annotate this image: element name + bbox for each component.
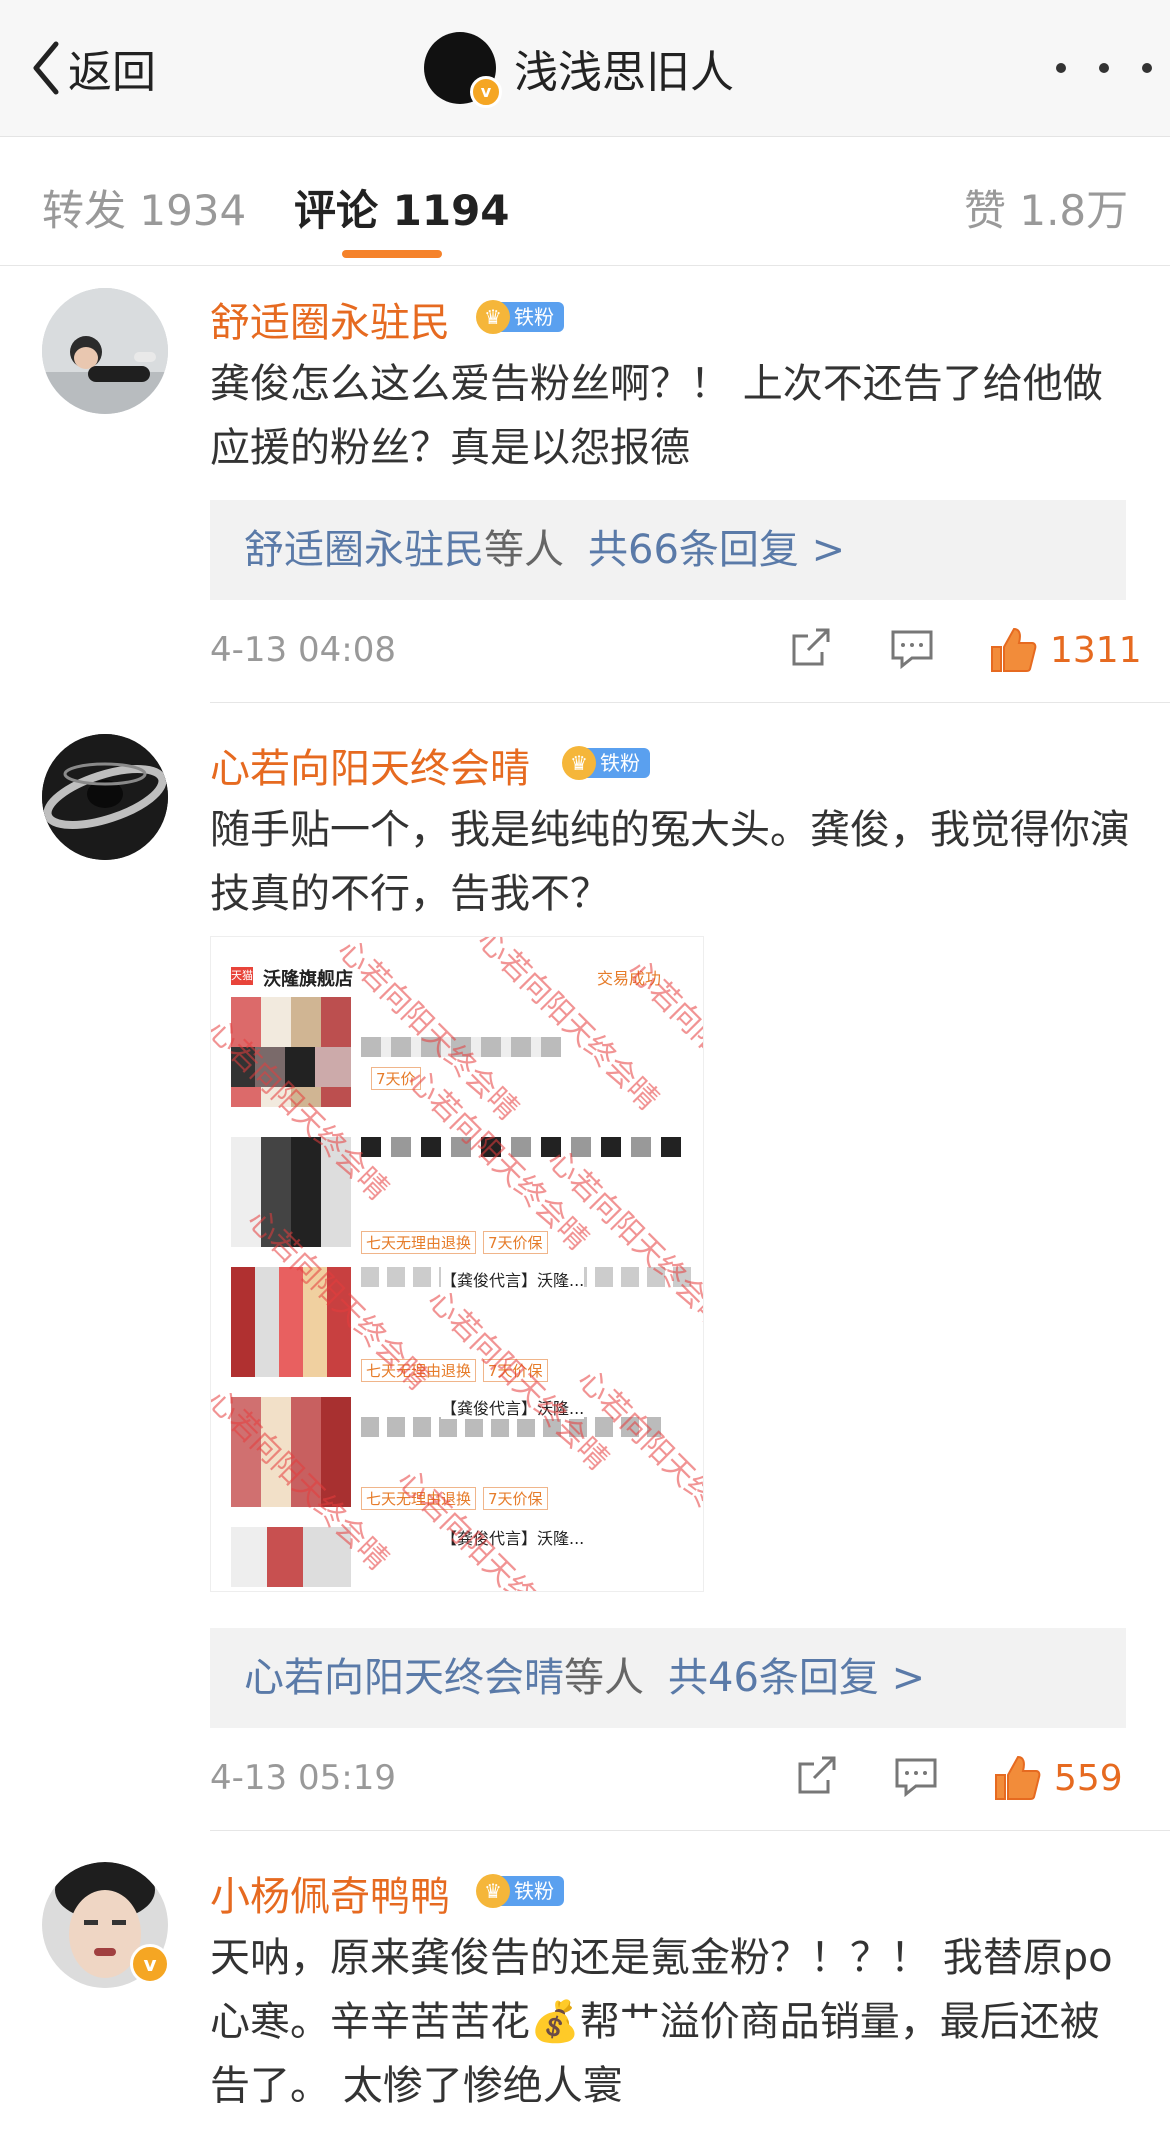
comment-icon[interactable] [892, 1752, 948, 1808]
tab-comment[interactable]: 评论 1194 [294, 177, 510, 238]
comment-icon[interactable] [888, 624, 944, 680]
comment-username[interactable]: 小杨佩奇鸭鸭 [210, 1864, 450, 1922]
avatar[interactable]: v [42, 1862, 170, 1988]
price-tag: 7天价保 [483, 1231, 548, 1254]
like-button[interactable]: 1311 [988, 620, 1142, 680]
author-avatar[interactable]: v [424, 32, 502, 108]
comment-username[interactable]: 心若向阳天终会晴 [210, 736, 530, 794]
fan-badge: ♛ 铁粉 [562, 746, 650, 780]
fan-badge: ♛ 铁粉 [476, 1874, 564, 1908]
back-button[interactable]: 返回 [30, 30, 156, 106]
page-title: 浅浅思旧人 [514, 47, 734, 98]
verified-badge: v [130, 1944, 170, 1984]
watermark: 心若向阳天终会晴 [620, 952, 704, 1148]
crown-icon: ♛ [476, 300, 510, 334]
avatar[interactable] [42, 734, 168, 860]
comment-time: 4-13 04:08 [210, 630, 396, 670]
thumbs-up-icon [995, 1755, 1041, 1800]
item-title: 【龚俊代言】沃隆... [441, 1267, 585, 1291]
crown-icon: ♛ [562, 746, 596, 780]
reply-summary[interactable]: 舒适圈永驻民等人 共66条回复 > [210, 500, 1126, 600]
share-icon[interactable] [792, 1752, 848, 1808]
chevron-left-icon [33, 41, 59, 95]
tab-like[interactable]: 赞 1.8万 [964, 177, 1128, 238]
avatar[interactable] [42, 288, 168, 414]
price-tag: 7天价保 [483, 1487, 548, 1510]
tmall-logo: 天猫 [231, 967, 253, 985]
thumbs-up-icon [991, 627, 1037, 672]
avatar-photo [42, 288, 168, 414]
title-area[interactable]: v 浅浅思旧人 [424, 30, 734, 108]
tab-repost[interactable]: 转发 1934 [42, 177, 246, 238]
crown-icon: ♛ [476, 1874, 510, 1908]
comment-username[interactable]: 舒适圈永驻民 [210, 290, 450, 348]
divider [210, 1830, 1170, 1831]
reply-summary[interactable]: 心若向阳天终会晴等人 共46条回复 > [210, 1628, 1126, 1728]
comment-image[interactable]: 天猫 沃隆旗舰店 交易成功 7天价 七天无理由退换 7天价保 【龚俊代言】沃隆.… [210, 936, 704, 1592]
return-tag: 七天无理由退换 [361, 1231, 477, 1254]
avatar-photo [42, 734, 168, 860]
active-tab-indicator [342, 250, 442, 258]
comment-text: 随手贴一个，我是纯纯的冤大头。龚俊，我觉得你演技真的不行，告我不？ [210, 807, 1130, 917]
share-icon[interactable] [786, 624, 842, 680]
comment-text: 龚俊怎么这么爱告粉丝啊？！ 上次不还告了给他做应援的粉丝？真是以怨报德 [210, 361, 1103, 471]
back-label: 返回 [68, 47, 156, 98]
verified-badge: v [470, 76, 502, 108]
store-name: 沃隆旗舰店 [263, 969, 353, 990]
tab-bar: 转发 1934 评论 1194 赞 1.8万 [0, 137, 1170, 266]
comment-text: 天呐，原来龚俊告的还是氪金粉？！？！ 我替原po心寒。辛辛苦苦花💰帮艹溢价商品销… [210, 1935, 1113, 2109]
fan-badge: ♛ 铁粉 [476, 300, 564, 334]
more-icon[interactable] [1056, 56, 1152, 80]
divider [210, 702, 1170, 703]
comment-time: 4-13 05:19 [210, 1758, 396, 1798]
like-button[interactable]: 559 [992, 1748, 1123, 1808]
